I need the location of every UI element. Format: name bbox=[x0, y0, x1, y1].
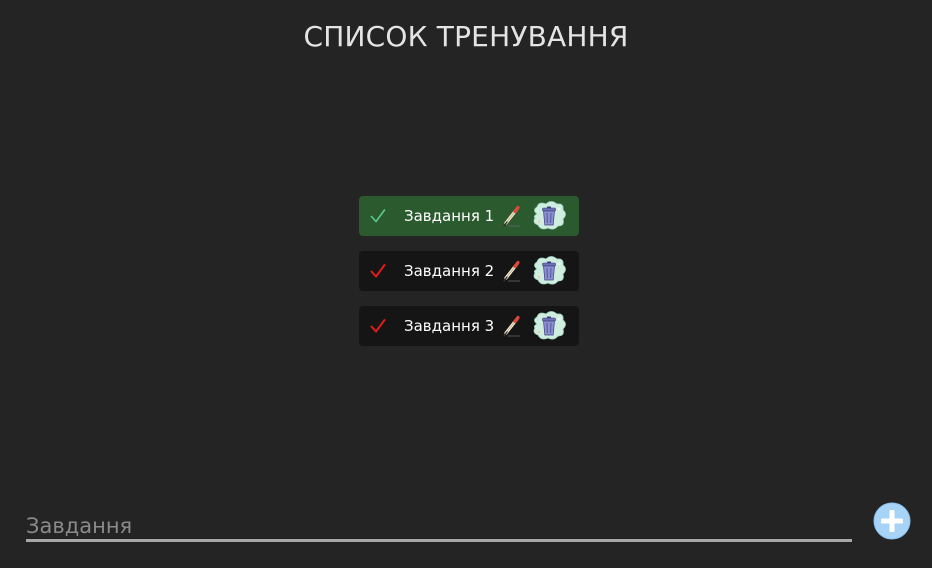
plus-circle-icon[interactable] bbox=[873, 502, 911, 540]
pencil-icon[interactable] bbox=[502, 315, 522, 337]
task-input[interactable] bbox=[26, 512, 852, 542]
task-item: Завдання 1 bbox=[359, 196, 579, 236]
task-item: Завдання 3 bbox=[359, 306, 579, 346]
task-list: Завдання 1 Завдання 2 Завдання 3 bbox=[359, 196, 579, 361]
pencil-icon[interactable] bbox=[502, 205, 522, 227]
check-icon[interactable] bbox=[370, 207, 386, 225]
trash-bin-icon[interactable] bbox=[530, 200, 568, 232]
trash-bin-icon[interactable] bbox=[530, 255, 568, 287]
task-label: Завдання 1 bbox=[404, 207, 495, 225]
trash-bin-icon[interactable] bbox=[530, 310, 568, 342]
task-label: Завдання 2 bbox=[404, 262, 495, 280]
check-icon[interactable] bbox=[370, 262, 386, 280]
task-label: Завдання 3 bbox=[404, 317, 495, 335]
pencil-icon[interactable] bbox=[502, 260, 522, 282]
page-title: СПИСОК ТРЕНУВАННЯ bbox=[303, 20, 629, 53]
task-item: Завдання 2 bbox=[359, 251, 579, 291]
check-icon[interactable] bbox=[370, 317, 386, 335]
